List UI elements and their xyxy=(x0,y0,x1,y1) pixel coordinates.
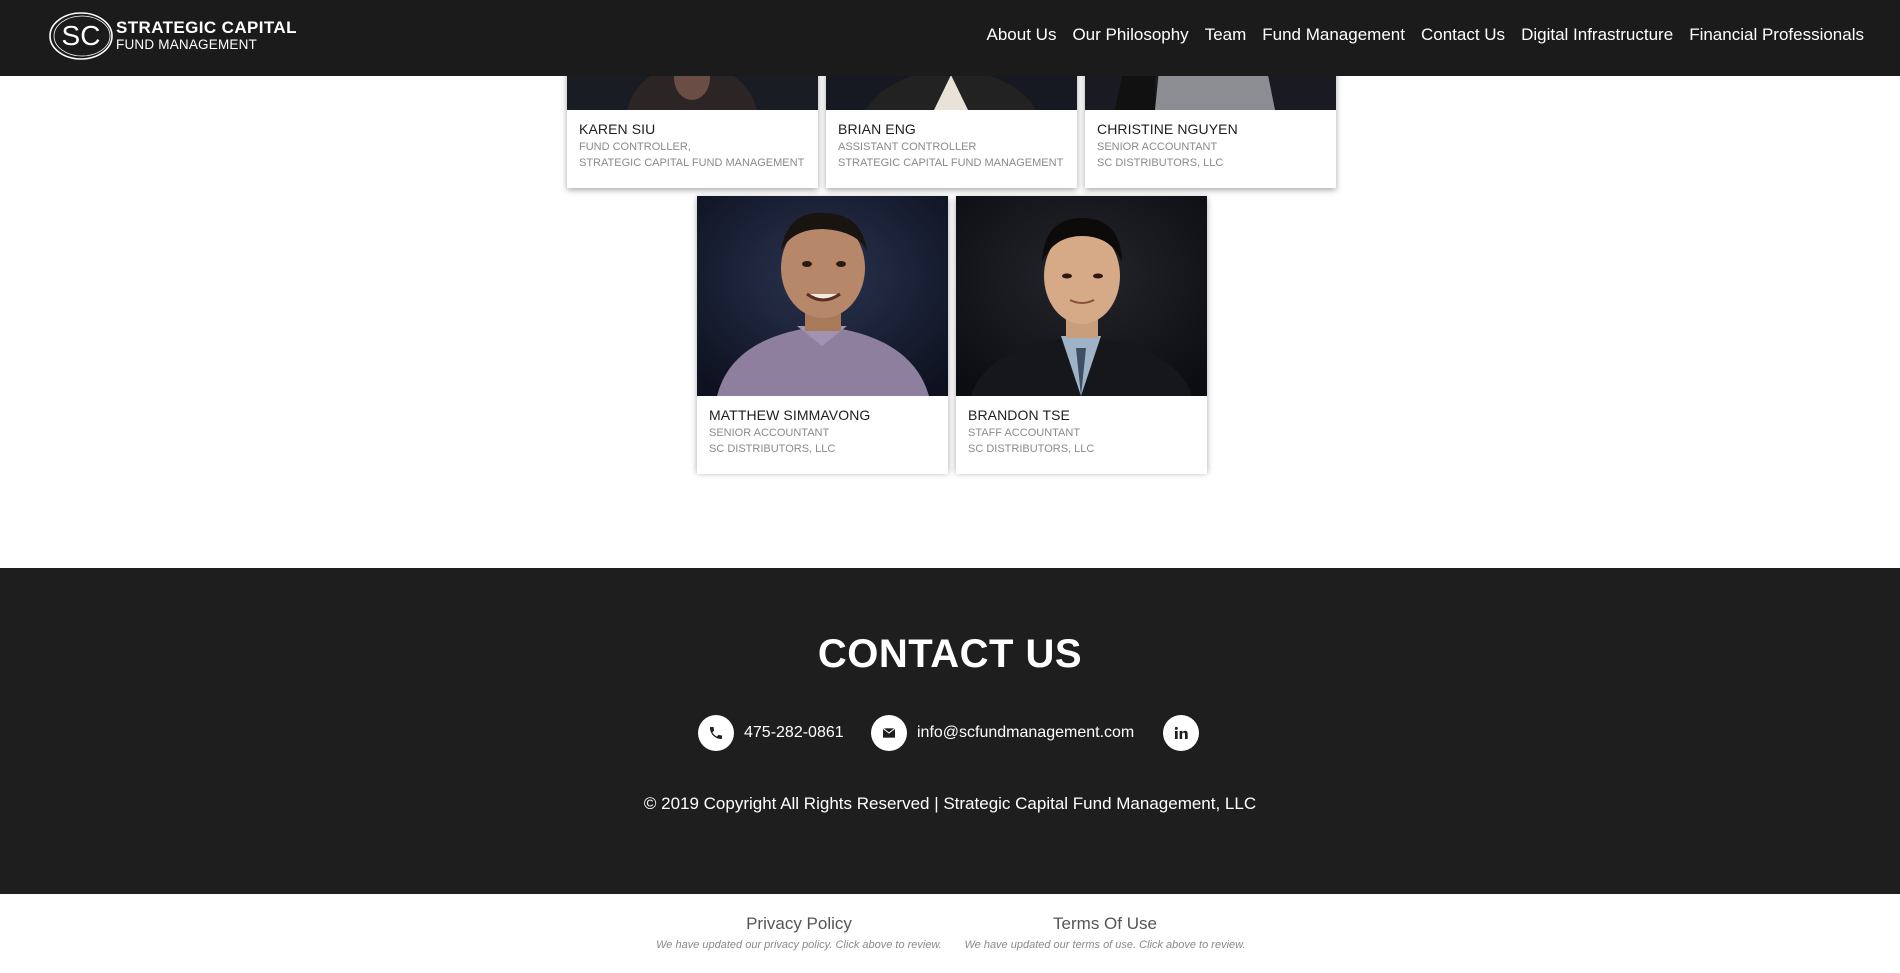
main-nav: About Us Our Philosophy Team Fund Manage… xyxy=(979,25,1872,45)
portrait-image xyxy=(956,196,1207,396)
nav-about-us[interactable]: About Us xyxy=(979,25,1065,45)
team-card-brandon-tse: BRANDON TSE STAFF ACCOUNTANT SC DISTRIBU… xyxy=(956,196,1207,474)
team-card-info: BRIAN ENG ASSISTANT CONTROLLER STRATEGIC… xyxy=(826,110,1077,188)
team-card-info: CHRISTINE NGUYEN SENIOR ACCOUNTANT SC DI… xyxy=(1085,110,1336,188)
team-card-matthew-simmavong: MATTHEW SIMMAVONG SENIOR ACCOUNTANT SC D… xyxy=(697,196,948,474)
email-link[interactable]: info@scfundmanagement.com xyxy=(917,724,1134,742)
team-card-info: BRANDON TSE STAFF ACCOUNTANT SC DISTRIBU… xyxy=(956,396,1207,474)
member-name: BRIAN ENG xyxy=(838,121,916,137)
portrait-image xyxy=(697,196,948,396)
contact-section: CONTACT US 475-282-0861 info@scfundmanag… xyxy=(0,568,1900,894)
nav-financial-professionals[interactable]: Financial Professionals xyxy=(1681,25,1872,45)
member-role: FUND CONTROLLER, xyxy=(579,141,691,153)
member-name: BRANDON TSE xyxy=(968,407,1070,423)
contact-email: info@scfundmanagement.com xyxy=(871,715,1134,751)
team-photo xyxy=(956,196,1207,396)
terms-of-use-note: We have updated our terms of use. Click … xyxy=(964,939,1246,951)
team-card-info: MATTHEW SIMMAVONG SENIOR ACCOUNTANT SC D… xyxy=(697,396,948,474)
member-role: SENIOR ACCOUNTANT xyxy=(709,427,830,439)
member-role: ASSISTANT CONTROLLER xyxy=(838,141,977,153)
terms-of-use-link[interactable]: Terms Of Use xyxy=(960,914,1250,934)
member-org: SC DISTRIBUTORS, LLC xyxy=(709,443,836,455)
legal-footer: Privacy Policy We have updated our priva… xyxy=(0,894,1900,973)
member-name: KAREN SIU xyxy=(579,121,656,137)
nav-team[interactable]: Team xyxy=(1197,25,1255,45)
privacy-policy-note: We have updated our privacy policy. Clic… xyxy=(656,939,942,951)
contact-title: CONTACT US xyxy=(817,632,1083,676)
member-role: STAFF ACCOUNTANT xyxy=(968,427,1081,439)
member-role: SENIOR ACCOUNTANT xyxy=(1097,141,1218,153)
sc-logo-mark-icon: SC xyxy=(49,12,113,60)
nav-digital-infrastructure[interactable]: Digital Infrastructure xyxy=(1513,25,1681,45)
phone-icon[interactable] xyxy=(698,715,734,751)
logo-wordmark-line2: FUND MANAGEMENT xyxy=(116,37,257,52)
member-org: STRATEGIC CAPITAL FUND MANAGEMENT xyxy=(579,157,805,169)
nav-fund-management[interactable]: Fund Management xyxy=(1254,25,1413,45)
linkedin-icon[interactable] xyxy=(1163,715,1199,751)
phone-number-link[interactable]: 475-282-0861 xyxy=(744,724,844,742)
logo-wordmark-line1: STRATEGIC CAPITAL xyxy=(116,18,297,37)
member-org: SC DISTRIBUTORS, LLC xyxy=(968,443,1095,455)
privacy-policy-link[interactable]: Privacy Policy xyxy=(654,914,944,934)
member-org: SC DISTRIBUTORS, LLC xyxy=(1097,157,1224,169)
member-org: STRATEGIC CAPITAL FUND MANAGEMENT xyxy=(838,157,1064,169)
svg-text:SC: SC xyxy=(62,20,101,51)
site-logo[interactable]: SC STRATEGIC CAPITAL FUND MANAGEMENT xyxy=(48,10,296,64)
privacy-policy-block: Privacy Policy We have updated our priva… xyxy=(654,914,944,951)
site-header: SC STRATEGIC CAPITAL FUND MANAGEMENT Abo… xyxy=(0,0,1900,76)
member-name: CHRISTINE NGUYEN xyxy=(1097,121,1238,137)
member-name: MATTHEW SIMMAVONG xyxy=(709,407,871,423)
team-card-info: KAREN SIU FUND CONTROLLER, STRATEGIC CAP… xyxy=(567,110,818,188)
contact-linkedin xyxy=(1163,715,1199,751)
copyright-text: © 2019 Copyright All Rights Reserved | S… xyxy=(643,794,1257,813)
nav-our-philosophy[interactable]: Our Philosophy xyxy=(1064,25,1196,45)
email-icon[interactable] xyxy=(871,715,907,751)
nav-contact-us[interactable]: Contact Us xyxy=(1413,25,1513,45)
contact-phone: 475-282-0861 xyxy=(698,715,844,751)
team-photo xyxy=(697,196,948,396)
terms-of-use-block: Terms Of Use We have updated our terms o… xyxy=(960,914,1250,951)
